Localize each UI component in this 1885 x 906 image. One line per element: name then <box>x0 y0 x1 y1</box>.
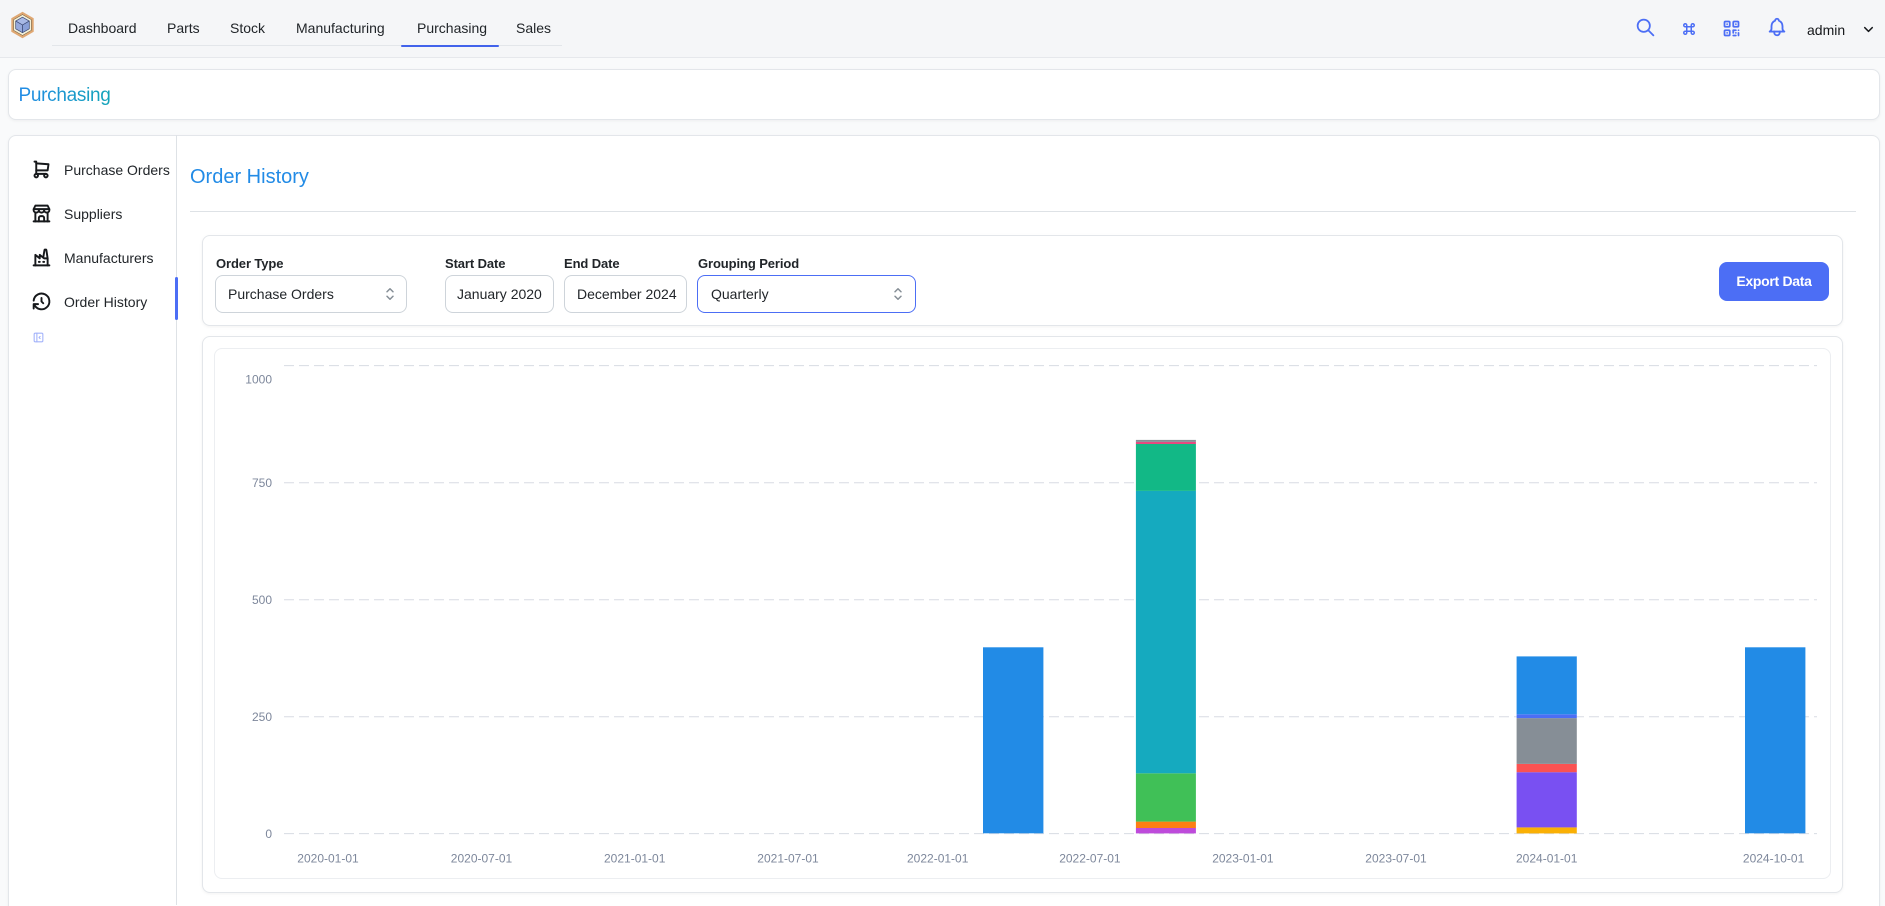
svg-text:2020-01-01: 2020-01-01 <box>297 851 359 865</box>
svg-text:250: 250 <box>252 710 272 724</box>
svg-text:2021-01-01: 2021-01-01 <box>604 851 666 865</box>
svg-text:2022-07-01: 2022-07-01 <box>1059 851 1121 865</box>
svg-text:500: 500 <box>252 593 272 607</box>
svg-text:2021-07-01: 2021-07-01 <box>757 851 819 865</box>
svg-text:2020-07-01: 2020-07-01 <box>451 851 513 865</box>
svg-text:2023-07-01: 2023-07-01 <box>1365 851 1427 865</box>
svg-text:750: 750 <box>252 476 272 490</box>
svg-text:0: 0 <box>265 827 272 841</box>
svg-text:1000: 1000 <box>245 372 272 386</box>
svg-text:2022-01-01: 2022-01-01 <box>907 851 969 865</box>
svg-text:2023-01-01: 2023-01-01 <box>1212 851 1274 865</box>
svg-text:2024-10-01: 2024-10-01 <box>1743 851 1805 865</box>
svg-text:2024-01-01: 2024-01-01 <box>1516 851 1578 865</box>
